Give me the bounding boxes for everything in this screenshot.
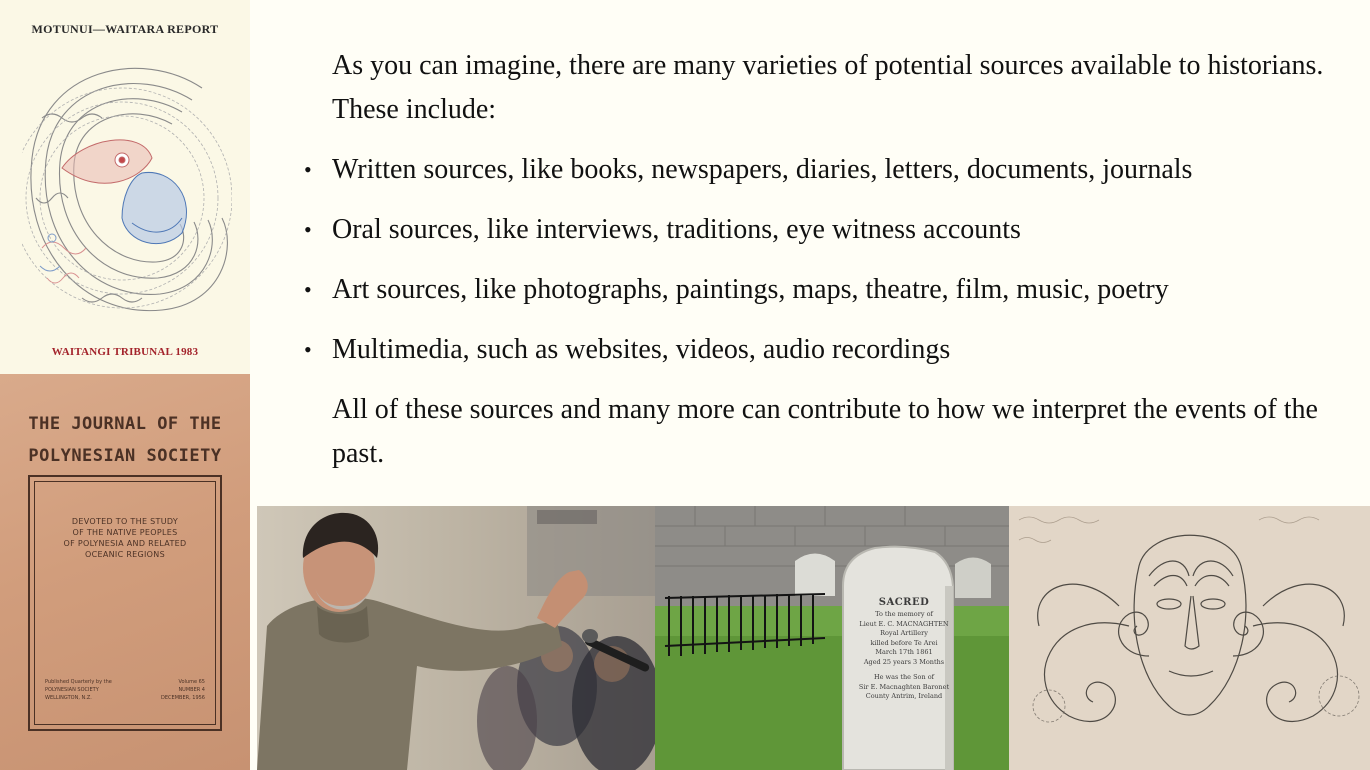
moko-face-drawing — [1009, 506, 1370, 770]
intro-paragraph: As you can imagine, there are many varie… — [332, 50, 1324, 125]
list-item-text: Multimedia, such as websites, videos, au… — [332, 334, 951, 365]
gravestone-line: He was the Son of — [873, 673, 935, 681]
cover2-inner-frame: DEVOTED TO THE STUDY OF THE NATIVE PEOPL… — [34, 481, 216, 725]
gravestone-line: Aged 25 years 3 Months — [863, 657, 945, 666]
maori-spiral-artwork — [22, 67, 232, 312]
cover2-vol-line: NUMBER 4 — [178, 687, 205, 693]
polynesian-society-journal-cover: THE JOURNAL OF THE POLYNESIAN SOCIETY DE… — [0, 374, 250, 770]
cover1-title: MOTUNUI—WAITARA REPORT — [31, 22, 219, 36]
list-item: • Art sources, like photographs, painting… — [300, 268, 1340, 312]
moko-drawing-photo — [1009, 506, 1370, 770]
cover2-title-line: POLYNESIAN SOCIETY — [28, 446, 222, 466]
gravestone-line: To the memory of — [875, 610, 933, 618]
list-item: • Written sources, like books, newspapers… — [300, 148, 1340, 192]
cover2-desc-line: OF POLYNESIA AND RELATED — [63, 539, 187, 548]
list-item-text: Art sources, like photographs, paintings… — [332, 274, 1169, 305]
bullet-icon: • — [304, 337, 312, 362]
gravestone-line: SACRED — [878, 597, 930, 608]
cover2-title: THE JOURNAL OF THE POLYNESIAN SOCIETY — [0, 408, 250, 472]
bullet-icon: • — [304, 157, 312, 182]
gravestone-line: March 17th 1861 — [875, 648, 933, 656]
gravestone-line: killed before Te Arei — [870, 638, 938, 647]
speaker-illustration — [257, 506, 655, 770]
cover2-vol-line: DECEMBER, 1956 — [161, 695, 205, 701]
sources-text-block: As you can imagine, there are many varie… — [300, 44, 1340, 476]
cover2-desc-line: DEVOTED TO THE STUDY — [71, 517, 179, 526]
bullet-icon: • — [304, 217, 312, 242]
bullet-icon: • — [304, 277, 312, 302]
cover2-volume: Volume 65 NUMBER 4 DECEMBER, 1956 — [161, 678, 205, 702]
outro-paragraph: All of these sources and many more can c… — [332, 394, 1318, 469]
cover2-publisher: Published Quarterly by the POLYNESIAN SO… — [45, 678, 112, 702]
list-item: • Multimedia, such as websites, videos, a… — [300, 328, 1340, 372]
cover1-publisher: WAITANGI TRIBUNAL 1983 — [51, 346, 199, 358]
list-item: • Oral sources, like interviews, traditio… — [300, 208, 1340, 252]
cover2-pub-line: Published Quarterly by the — [45, 679, 112, 685]
cover2-frame: DEVOTED TO THE STUDY OF THE NATIVE PEOPL… — [28, 475, 222, 731]
speaker-photo — [257, 506, 655, 770]
sources-list: • Written sources, like books, newspapers… — [300, 148, 1340, 372]
gravestone-line: Sir E. Macnaghten Baronet — [858, 682, 950, 691]
cover2-desc-line: OF THE NATIVE PEOPLES — [72, 528, 178, 537]
gravestone-line: Lieut E. C. MACNAGHTEN — [859, 619, 949, 628]
cover2-vol-line: Volume 65 — [178, 679, 205, 685]
gravestone-line: County Antrim, Ireland — [865, 692, 943, 700]
gravestone-inscription: SACRED To the memory of Lieut E. C. MACN… — [846, 596, 962, 702]
cover2-desc-line: OCEANIC REGIONS — [85, 550, 165, 559]
motunui-waitara-report-cover: MOTUNUI—WAITARA REPORT WAITANGI TRIBUNAL… — [0, 0, 250, 374]
cover2-description: DEVOTED TO THE STUDY OF THE NATIVE PEOPL… — [35, 516, 215, 560]
cover2-title-line: THE JOURNAL OF THE — [28, 414, 222, 434]
gravestone-line: Royal Artillery — [880, 629, 928, 637]
cover2-pub-line: WELLINGTON, N.Z. — [45, 695, 92, 701]
cover2-pub-line: POLYNESIAN SOCIETY — [45, 687, 99, 693]
list-item-text: Oral sources, like interviews, tradition… — [332, 214, 1021, 245]
list-item-text: Written sources, like books, newspapers,… — [332, 154, 1193, 185]
